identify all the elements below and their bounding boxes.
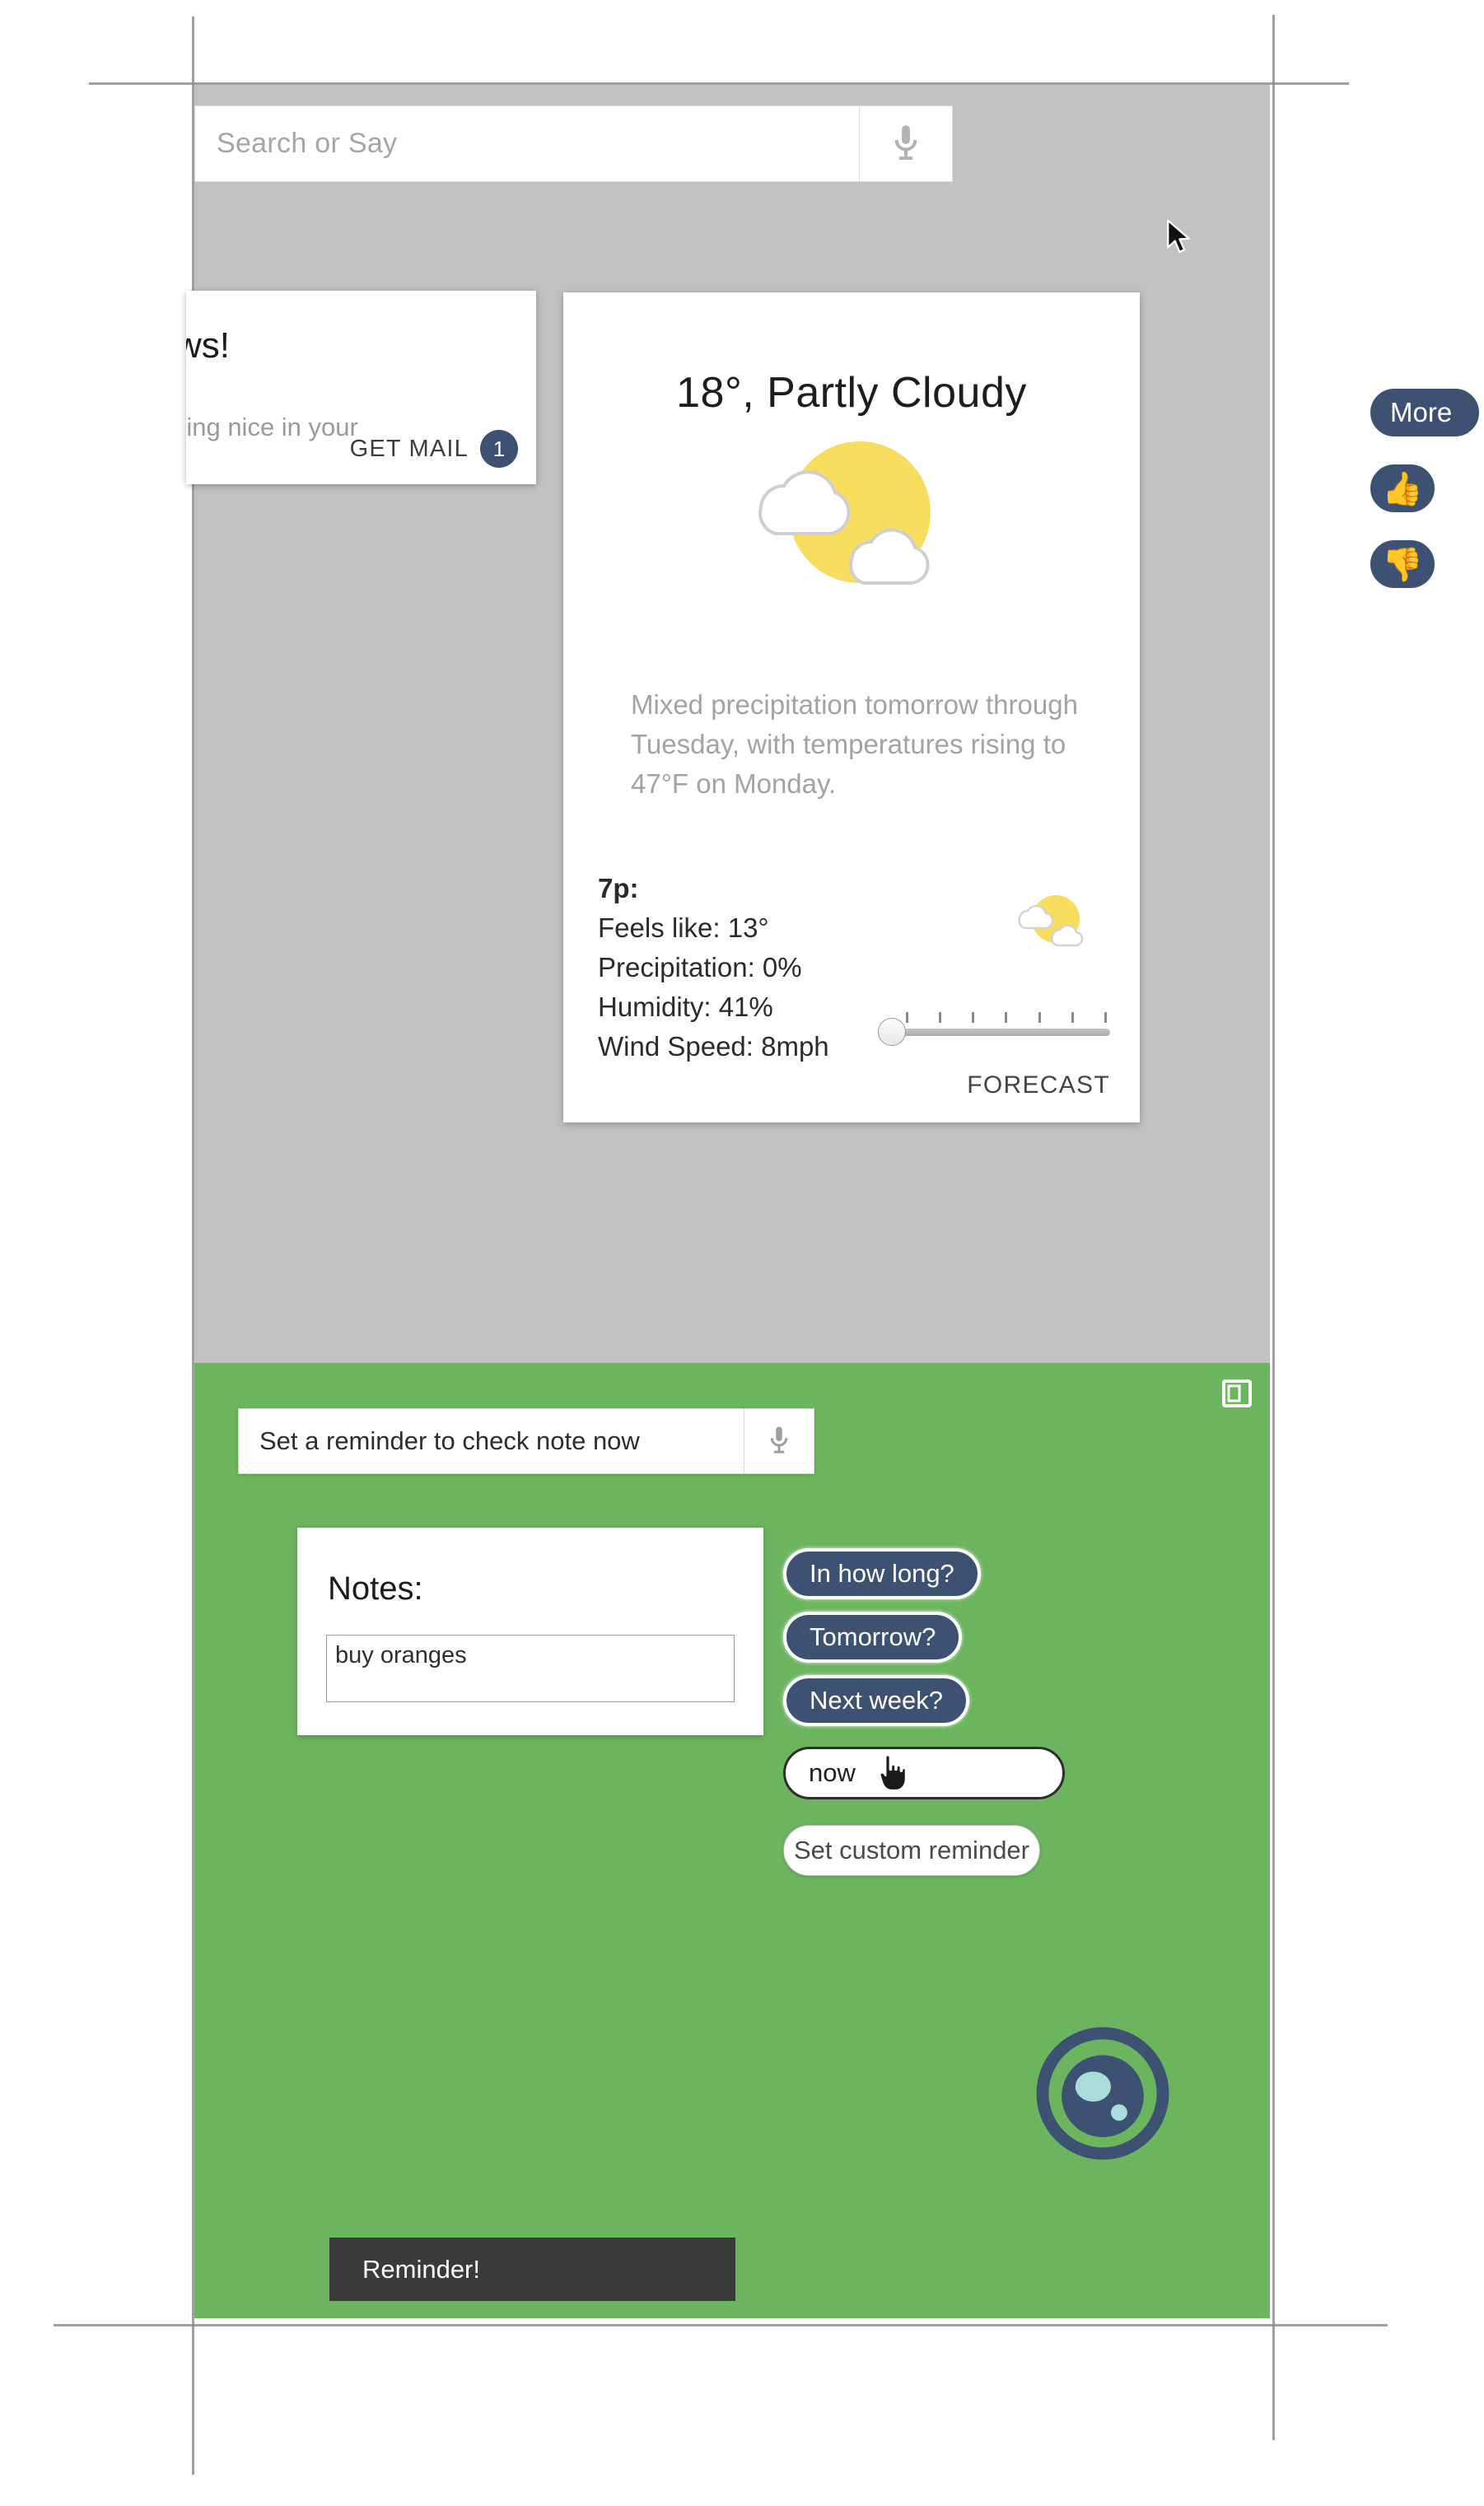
chip-next-week[interactable]: Next week? — [783, 1675, 969, 1726]
weather-details: 7p: Feels like: 13° Precipitation: 0% Hu… — [598, 869, 829, 1066]
reminder-input[interactable]: Set a reminder to check note now — [239, 1409, 744, 1473]
wind-slider-ticks — [906, 1012, 1107, 1023]
weather-feels-like: Feels like: 13° — [598, 912, 769, 943]
weather-headline: 18°, Partly Cloudy — [676, 369, 1027, 417]
reminder-panel: Set a reminder to check note now Notes: … — [194, 1363, 1270, 2318]
weather-wind-speed: Wind Speed: 8mph — [598, 1031, 829, 1062]
reminder-mic-button[interactable] — [744, 1409, 814, 1473]
set-custom-reminder-button[interactable]: Set custom reminder — [783, 1825, 1040, 1876]
mail-unread-badge: 1 — [480, 430, 518, 468]
chip-label: Tomorrow? — [810, 1622, 936, 1651]
weather-description: Mixed precipitation tomorrow through Tue… — [631, 689, 1078, 799]
thumbs-up-button[interactable]: 👍 — [1367, 461, 1438, 516]
notes-title: Notes: — [328, 1570, 423, 1607]
chip-label: In how long? — [810, 1559, 954, 1588]
reminder-search-bar[interactable]: Set a reminder to check note now — [238, 1408, 814, 1474]
notes-textarea[interactable] — [326, 1635, 735, 1702]
partly-cloudy-small-icon — [1018, 895, 1084, 947]
get-mail-label: GET MAIL — [349, 435, 469, 462]
thumbs-down-icon: 👎 — [1382, 546, 1423, 583]
crop-mark-bottom — [54, 2324, 1388, 2326]
notes-card: Notes: — [297, 1528, 763, 1735]
toast-notification: Reminder! — [329, 2238, 735, 2301]
search-input[interactable]: Search or Say — [195, 106, 860, 181]
mouse-cursor-hand — [879, 1754, 907, 1792]
wind-speed-slider[interactable] — [878, 1012, 1110, 1046]
reminder-time-input[interactable]: now — [783, 1747, 1065, 1799]
mail-card-title: news! — [186, 325, 230, 366]
thumbs-up-icon: 👍 — [1382, 470, 1423, 507]
weather-precipitation: Precipitation: 0% — [598, 952, 802, 982]
chip-tomorrow[interactable]: Tomorrow? — [783, 1612, 963, 1663]
more-button[interactable]: More — [1367, 385, 1482, 440]
wind-slider-track[interactable] — [886, 1029, 1110, 1036]
reminder-suggestions: In how long? Tomorrow? Next week? now Se… — [783, 1548, 1065, 1876]
forecast-link[interactable]: FORECAST — [967, 1071, 1110, 1099]
thumbs-down-button[interactable]: 👎 — [1367, 537, 1438, 591]
mail-card[interactable]: news! nething nice in your GET MAIL 1 — [186, 291, 536, 484]
crop-mark-right — [1272, 15, 1275, 2440]
mouse-cursor-arrow — [1167, 219, 1190, 254]
search-bar[interactable]: Search or Say — [194, 105, 953, 182]
chip-label: Next week? — [810, 1686, 943, 1715]
screenshot-root: Search or Say news! nething nice in your… — [0, 0, 1484, 2506]
feedback-rail: More 👍 👎 — [1367, 385, 1482, 591]
microphone-icon — [770, 1426, 788, 1454]
more-button-label: More — [1390, 397, 1453, 427]
chip-in-how-long[interactable]: In how long? — [783, 1548, 981, 1599]
assistant-orb-icon[interactable] — [1034, 2025, 1171, 2162]
weather-humidity: Humidity: 41% — [598, 992, 773, 1022]
get-mail-action[interactable]: GET MAIL 1 — [350, 430, 518, 468]
toast-message: Reminder! — [362, 2254, 480, 2284]
search-mic-button[interactable] — [860, 106, 952, 181]
partly-cloudy-icon — [758, 441, 931, 585]
microphone-icon — [894, 124, 917, 160]
weather-hour-label: 7p: — [598, 873, 639, 903]
split-pane-icon[interactable] — [1222, 1379, 1252, 1407]
app-main-area: Search or Say news! nething nice in your… — [186, 85, 1482, 1363]
wind-slider-knob[interactable] — [878, 1018, 906, 1046]
mail-card-subtitle: nething nice in your — [186, 413, 358, 441]
weather-card[interactable]: 18°, Partly Cloudy Mixed precipitation t… — [563, 292, 1140, 1122]
